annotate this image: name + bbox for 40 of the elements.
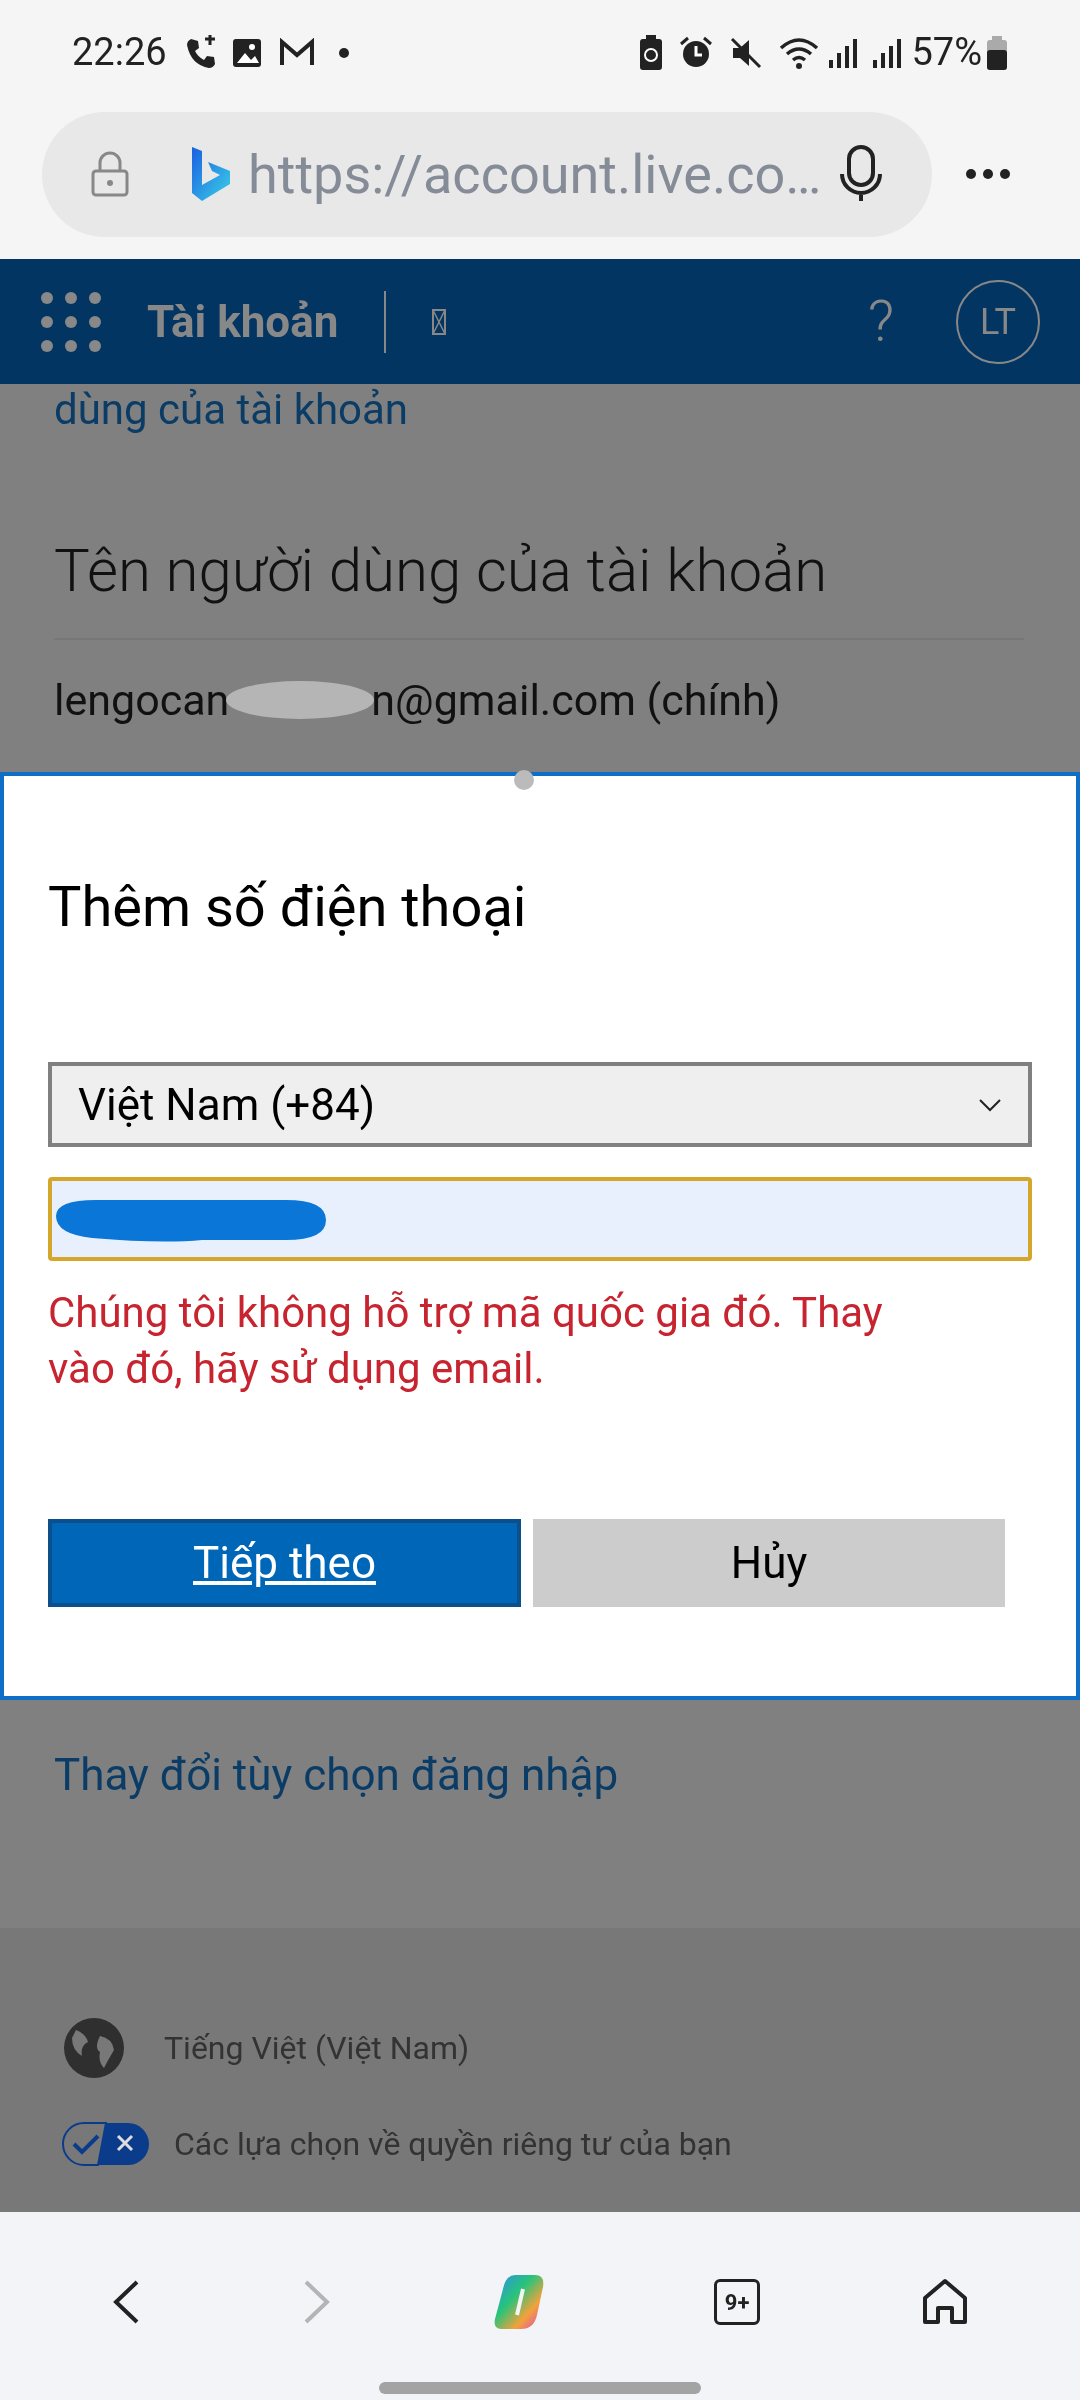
- country-select[interactable]: Việt Nam (+84): [48, 1062, 1032, 1147]
- battery-saver-icon: [639, 34, 664, 71]
- privacy-toggle-icon[interactable]: [62, 2122, 150, 2166]
- language-link[interactable]: Tiếng Việt (Việt Nam): [164, 2024, 470, 2072]
- battery-icon: [986, 34, 1008, 71]
- site-title[interactable]: Tài khoản: [147, 288, 339, 355]
- wifi-icon: [779, 35, 820, 70]
- dot-icon: [338, 47, 349, 58]
- account-link[interactable]: dùng của tài khoản: [54, 384, 409, 436]
- crossed-box-icon: [432, 308, 447, 335]
- phone-input-field[interactable]: [48, 1177, 1032, 1261]
- bing-logo-icon: [190, 145, 232, 203]
- cancel-button[interactable]: Hủy: [533, 1519, 1005, 1607]
- section-heading: Tên người dùng của tài khoản: [54, 536, 828, 606]
- app-launcher-icon[interactable]: [40, 290, 102, 353]
- home-icon[interactable]: [921, 2278, 970, 2326]
- account-avatar[interactable]: LT: [956, 279, 1040, 364]
- lock-icon[interactable]: [90, 151, 130, 197]
- email-text: lengocan: [54, 674, 230, 726]
- alarm-icon: [679, 35, 714, 70]
- handle-dot-icon: [514, 770, 534, 790]
- address-bar[interactable]: https://account.live.co…: [42, 111, 932, 237]
- status-time: 22:26: [72, 29, 167, 76]
- error-message: Chúng tôi không hỗ trợ mã quốc gia đó. Thay vào đó, hãy sử dụng email.: [48, 1287, 884, 1395]
- dialog-title: Thêm số điện thoại: [48, 873, 527, 942]
- battery-percent: 57%: [911, 29, 982, 76]
- url-text[interactable]: https://account.live.co…: [248, 133, 822, 215]
- image-icon: [230, 36, 263, 69]
- email-text: n@gmail.com (chính): [371, 674, 781, 726]
- globe-icon[interactable]: [62, 2016, 126, 2080]
- sign-in-options-link[interactable]: Thay đổi tùy chọn đăng nhập: [54, 1749, 619, 1801]
- mute-icon: [729, 35, 764, 70]
- help-button[interactable]: ?: [867, 278, 894, 365]
- privacy-link[interactable]: Các lựa chọn về quyền riêng tư của bạn: [174, 2120, 732, 2168]
- next-button[interactable]: Tiếp theo: [48, 1519, 521, 1607]
- more-icon[interactable]: [965, 168, 1011, 180]
- microphone-icon[interactable]: [838, 144, 884, 204]
- tab-count-button[interactable]: 9+: [714, 2279, 761, 2325]
- chevron-down-icon: [978, 1097, 1002, 1112]
- mail-icon: [278, 37, 315, 68]
